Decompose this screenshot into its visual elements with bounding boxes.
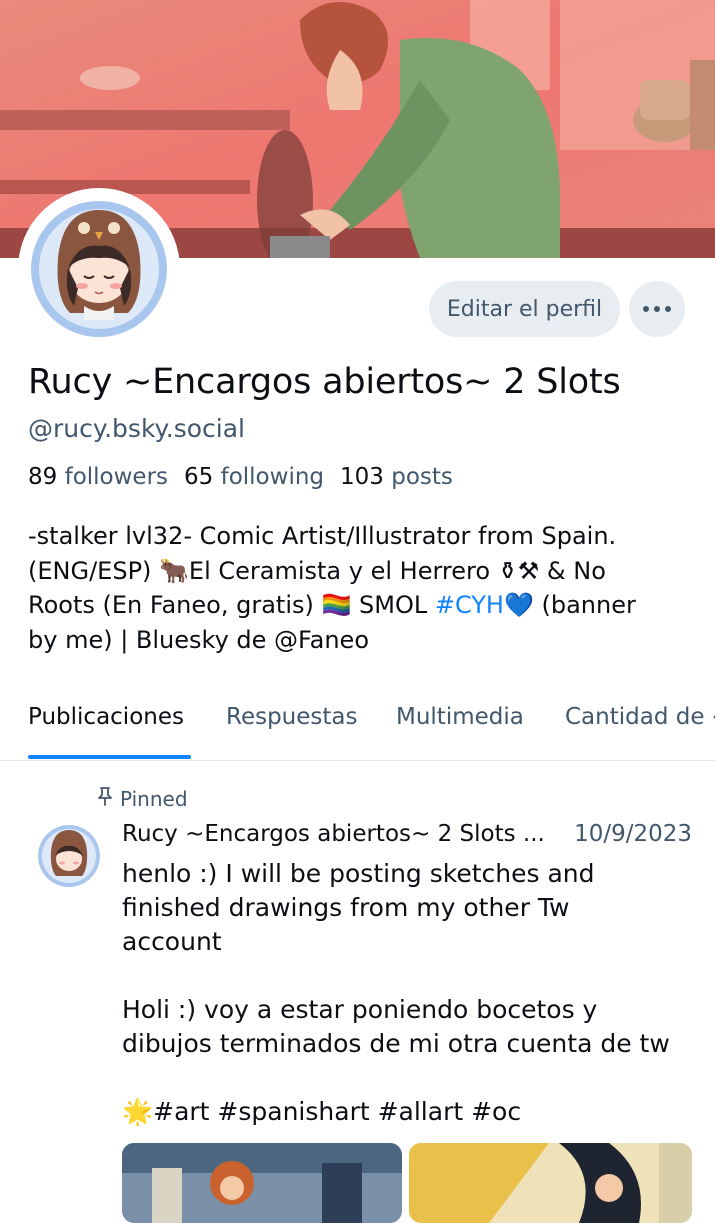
- posts-label: posts: [391, 464, 453, 490]
- post-line: finished drawings from my other Tw: [122, 893, 570, 922]
- bio-line: Roots (En Faneo, gratis) 🏳️‍🌈 SMOL #CYH💙…: [28, 588, 688, 623]
- posts-count: 103: [340, 464, 384, 490]
- post-images: [122, 1143, 692, 1223]
- post-date[interactable]: 10/9/2023: [574, 821, 692, 847]
- bio-line: -stalker lvl32- Comic Artist/Illustrator…: [28, 522, 617, 550]
- profile-handle: @rucy.bsky.social: [28, 414, 245, 443]
- tab-multimedia[interactable]: Multimedia: [396, 704, 524, 730]
- bio-line: by me) | Bluesky de @Faneo: [28, 625, 370, 654]
- post-line: 🌟#art #spanishart #allart #oc: [122, 1097, 522, 1126]
- post-image-thumbnail[interactable]: [409, 1143, 692, 1223]
- profile-stats: 89 followers 65 following 103 posts: [28, 464, 453, 490]
- pin-icon: [96, 786, 114, 811]
- tab-cantidad[interactable]: Cantidad de ‹: [565, 704, 715, 730]
- active-tab-indicator: [28, 755, 191, 759]
- following-count: 65: [184, 464, 214, 490]
- more-options-icon: [643, 306, 671, 312]
- posts-stat: 103 posts: [340, 464, 453, 490]
- post-line: account: [122, 927, 222, 956]
- profile-avatar[interactable]: [18, 188, 180, 350]
- post-author-name[interactable]: Rucy ~Encargos abiertos~ 2 Slots ...: [122, 821, 545, 847]
- bio-text: Roots (En Faneo, gratis) 🏳️‍🌈 SMOL: [28, 591, 435, 619]
- post-author-avatar[interactable]: [33, 820, 105, 892]
- post-line: dibujos terminados de mi otra cuenta de …: [122, 1029, 670, 1058]
- display-name: Rucy ~Encargos abiertos~ 2 Slots: [28, 362, 621, 402]
- profile-bio: -stalker lvl32- Comic Artist/Illustrator…: [28, 519, 688, 657]
- pinned-label: Pinned: [120, 786, 188, 811]
- post-line: henlo :) I will be posting sketches and: [122, 859, 595, 888]
- followers-label: followers: [64, 464, 169, 490]
- profile-tabs: Publicaciones Respuestas Multimedia Cant…: [0, 700, 715, 761]
- following-link[interactable]: 65 following: [184, 464, 324, 490]
- post-image-thumbnail[interactable]: [122, 1143, 402, 1223]
- tab-publicaciones[interactable]: Publicaciones: [28, 704, 184, 730]
- pinned-indicator: Pinned: [96, 786, 188, 811]
- followers-link[interactable]: 89 followers: [28, 464, 168, 490]
- post-line: Holi :) voy a estar poniendo bocetos y: [122, 995, 598, 1024]
- post-meta: Rucy ~Encargos abiertos~ 2 Slots ... 10/…: [122, 821, 692, 847]
- followers-count: 89: [28, 464, 58, 490]
- tab-respuestas[interactable]: Respuestas: [226, 704, 358, 730]
- bio-line: (ENG/ESP) 🐂El Ceramista y el Herrero ⚱⚒ …: [28, 556, 606, 585]
- more-options-button[interactable]: [629, 281, 685, 337]
- following-label: following: [220, 464, 325, 490]
- post-body[interactable]: henlo :) I will be posting sketches and …: [122, 857, 702, 1129]
- edit-profile-button[interactable]: Editar el perfil: [429, 281, 620, 337]
- hashtag-link[interactable]: #CYH: [435, 591, 504, 619]
- bio-text: 💙 (banner: [503, 591, 636, 619]
